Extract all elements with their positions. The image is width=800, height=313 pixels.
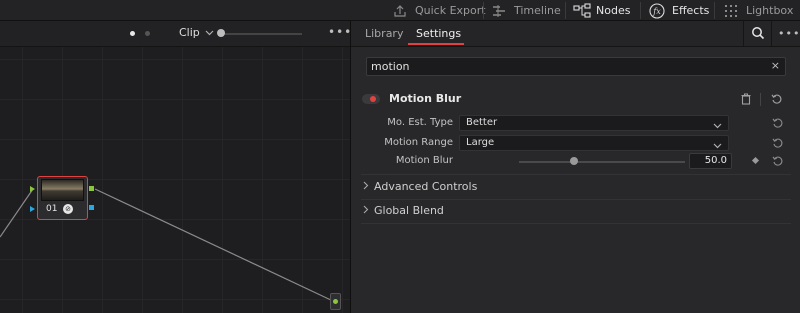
lightbox-button[interactable]: Lightbox <box>723 0 793 21</box>
node-editor-header: Clip ••• <box>0 21 350 47</box>
search-field[interactable]: × <box>366 57 786 76</box>
clear-search-icon[interactable]: × <box>771 59 780 72</box>
motion-blur-value-field[interactable]: 50.0 <box>689 153 732 169</box>
advanced-controls-label: Advanced Controls <box>374 180 478 193</box>
page-dot-active[interactable] <box>130 31 135 36</box>
reset-motion-range-icon[interactable] <box>772 137 784 149</box>
nodes-label: Nodes <box>596 4 631 17</box>
output-node[interactable] <box>330 293 341 310</box>
mode-dropdown[interactable]: Clip <box>179 26 214 39</box>
motion-range-dropdown[interactable]: Large <box>459 135 729 151</box>
motion-range-label: Motion Range <box>384 137 453 148</box>
chevron-right-icon <box>363 180 369 193</box>
zoom-slider-track[interactable] <box>222 33 302 35</box>
toolbar-divider <box>714 2 715 19</box>
section-divider <box>361 174 791 175</box>
chevron-down-icon <box>713 139 722 152</box>
timeline-label: Timeline <box>514 4 561 17</box>
toggle-indicator <box>370 96 376 102</box>
effect-enable-toggle[interactable] <box>362 94 380 104</box>
effect-title: Motion Blur <box>389 92 462 105</box>
search-icon[interactable] <box>751 26 765 43</box>
nodes-button[interactable]: Nodes <box>573 0 630 21</box>
motion-blur-label: Motion Blur <box>395 155 453 166</box>
inspector-tabs: Library Settings ••• <box>351 21 800 47</box>
node-fx-badge-icon: ⊘ <box>63 204 73 214</box>
search-input[interactable] <box>367 58 767 75</box>
quick-export-button[interactable]: Quick Export <box>392 0 486 21</box>
est-type-dropdown[interactable]: Better <box>459 115 729 131</box>
section-divider <box>361 223 791 224</box>
chevron-right-icon <box>363 204 369 217</box>
est-type-label: Mo. Est. Type <box>387 117 453 128</box>
lightbox-label: Lightbox <box>746 4 794 17</box>
zoom-slider-knob[interactable] <box>217 29 225 37</box>
node-editor: Clip ••• 01 ⊘ <box>0 21 350 313</box>
rgb-input-port[interactable] <box>30 186 35 192</box>
keyframe-diamond-icon[interactable] <box>751 156 760 165</box>
rgb-output-port[interactable] <box>89 186 94 191</box>
node-label: 01 <box>46 204 58 214</box>
section-divider <box>361 199 791 200</box>
toolbar-divider <box>483 2 484 19</box>
chevron-down-icon <box>713 119 722 132</box>
quick-export-label: Quick Export <box>415 4 486 17</box>
motion-blur-slider-knob[interactable] <box>570 157 578 165</box>
toolbar-divider <box>743 21 744 47</box>
effects-label: Effects <box>672 4 710 17</box>
nodes-icon <box>573 2 591 19</box>
reset-motion-blur-icon[interactable] <box>772 155 784 167</box>
page-dot[interactable] <box>145 31 150 36</box>
upload-icon <box>392 3 408 19</box>
effect-header: Motion Blur <box>351 89 800 111</box>
more-options-icon[interactable]: ••• <box>778 27 800 40</box>
corrector-node[interactable]: 01 ⊘ <box>37 176 88 220</box>
active-tab-indicator <box>408 43 464 45</box>
top-toolbar: Quick Export Timeline Nodes fx Effects L… <box>0 0 800 21</box>
timeline-icon <box>491 3 507 19</box>
est-type-value: Better <box>466 117 498 128</box>
node-thumbnail <box>41 179 84 201</box>
input-connection-line <box>0 188 34 238</box>
inspector-panel: Library Settings ••• × Motion Blur Mo. E… <box>351 21 800 313</box>
output-connection-line <box>94 188 334 302</box>
advanced-controls-section[interactable]: Advanced Controls <box>363 180 477 193</box>
toolbar-divider <box>565 2 566 19</box>
global-blend-section[interactable]: Global Blend <box>363 204 444 217</box>
mode-label: Clip <box>179 26 200 39</box>
svg-text:fx: fx <box>652 7 661 16</box>
more-options-icon[interactable]: ••• <box>328 25 350 39</box>
global-blend-label: Global Blend <box>374 204 444 217</box>
trash-icon[interactable] <box>741 93 751 108</box>
output-port <box>333 299 338 304</box>
toolbar-divider <box>760 93 761 106</box>
timeline-button[interactable]: Timeline <box>491 0 561 21</box>
key-output-port[interactable] <box>89 205 94 210</box>
node-graph-canvas[interactable]: 01 ⊘ <box>0 47 350 313</box>
toolbar-divider <box>640 2 641 19</box>
toolbar-divider <box>771 21 772 47</box>
motion-blur-slider-track[interactable] <box>519 161 685 163</box>
motion-range-value: Large <box>466 137 495 148</box>
effects-button[interactable]: fx Effects <box>649 0 709 21</box>
chevron-down-icon <box>205 26 214 39</box>
reset-est-type-icon[interactable] <box>772 117 784 129</box>
reset-effect-icon[interactable] <box>771 93 783 108</box>
key-input-port[interactable] <box>30 206 35 212</box>
tab-library[interactable]: Library <box>365 21 403 47</box>
fx-icon: fx <box>649 2 665 19</box>
grid-icon <box>723 3 739 19</box>
